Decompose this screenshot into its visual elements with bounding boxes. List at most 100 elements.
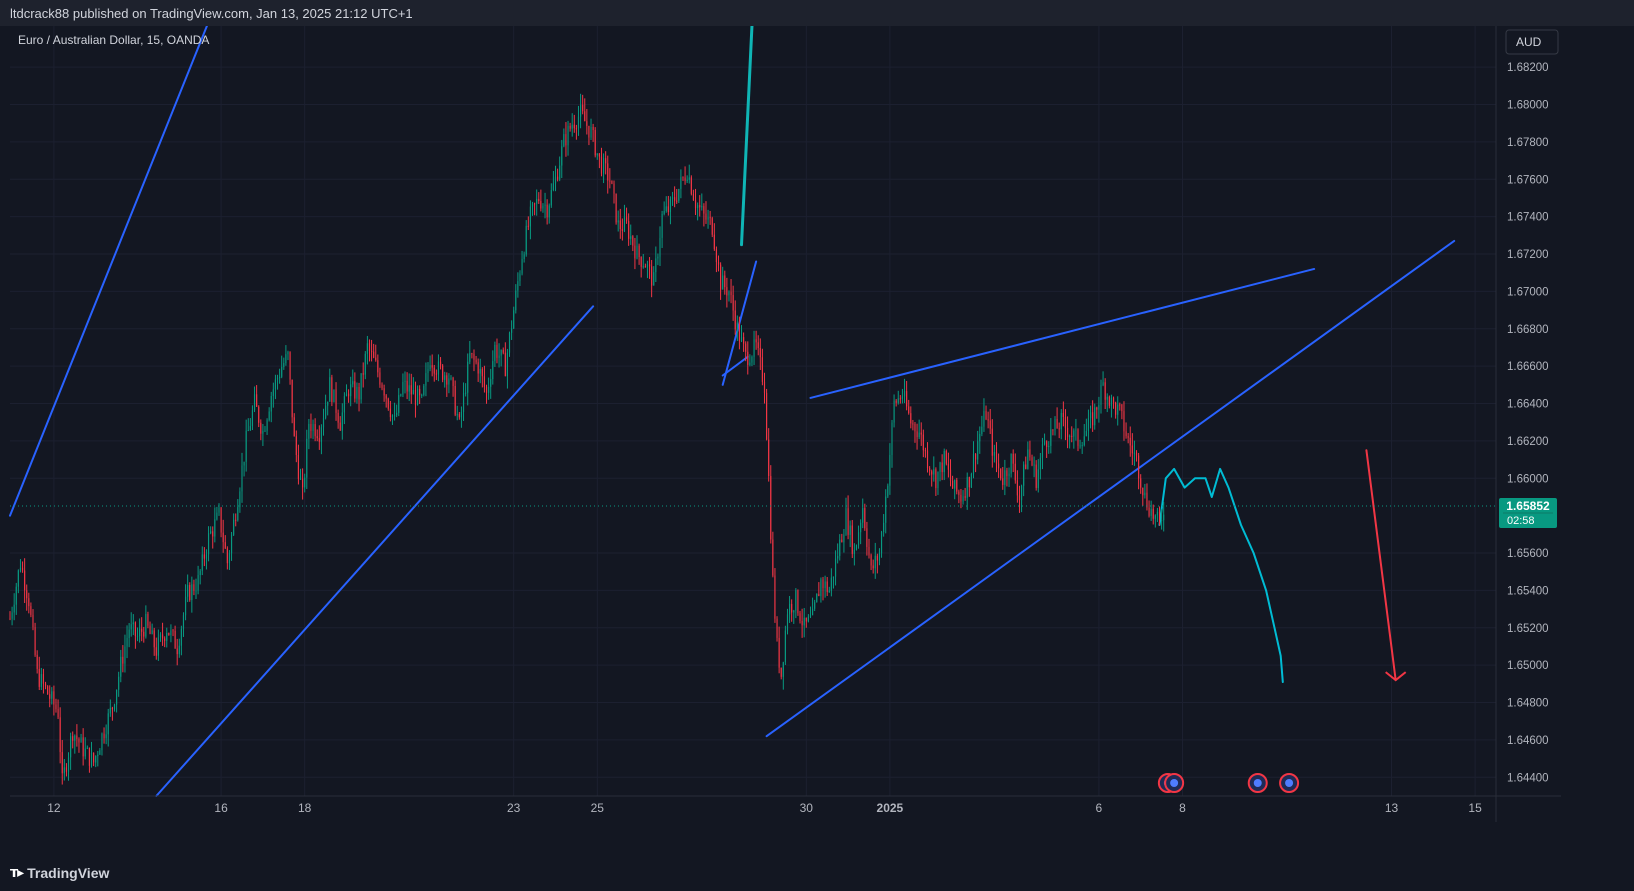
candle-body xyxy=(460,411,463,418)
candle-body xyxy=(318,438,320,442)
candle-body xyxy=(218,507,220,513)
candle-body xyxy=(824,581,826,589)
candle-body xyxy=(237,507,239,521)
candle-body xyxy=(575,128,577,130)
candle-body xyxy=(613,183,615,194)
candle-body xyxy=(640,257,642,267)
tradingview-brand[interactable]: ᴛ▸ TradingView xyxy=(10,865,109,881)
candle-body xyxy=(107,713,109,735)
candle-body xyxy=(711,218,713,235)
candle-body xyxy=(772,539,774,576)
candle-body xyxy=(511,328,513,333)
candle-body xyxy=(596,153,598,156)
candle-body xyxy=(1006,470,1008,477)
candle-body xyxy=(573,124,575,129)
candle-body xyxy=(256,394,258,407)
candle-body xyxy=(86,747,88,749)
candle-body xyxy=(95,756,97,763)
candle-body xyxy=(389,408,391,418)
candle-body xyxy=(289,352,291,380)
candle-body xyxy=(199,570,201,576)
symbol-legend: Euro / Australian Dollar, 15, OANDA xyxy=(18,33,209,47)
candle-body xyxy=(801,620,803,626)
candle-body xyxy=(335,389,337,413)
candle-body xyxy=(233,519,235,535)
candle-body xyxy=(837,555,839,559)
candle-body xyxy=(306,438,308,478)
candle-body xyxy=(908,406,910,414)
candle-body xyxy=(807,616,809,622)
candle-body xyxy=(193,584,195,591)
candle-body xyxy=(655,258,657,273)
candle-body xyxy=(1150,508,1152,516)
candle-body xyxy=(187,584,189,597)
price-tick-label: 1.68000 xyxy=(1507,99,1549,111)
candle-body xyxy=(299,478,302,480)
candle-body xyxy=(1117,404,1119,415)
candle-body xyxy=(439,361,442,366)
candle-body xyxy=(1131,445,1133,454)
candle-body xyxy=(993,451,995,456)
candle-body xyxy=(180,628,182,646)
candle-body xyxy=(182,615,185,629)
candle-body xyxy=(722,275,724,290)
candle-body xyxy=(611,180,613,184)
candle-body xyxy=(207,533,210,555)
candle-body xyxy=(291,379,293,418)
chart-background xyxy=(0,26,1634,858)
candle-body xyxy=(42,674,45,684)
candle-body xyxy=(504,352,506,377)
candle-body xyxy=(44,683,47,687)
candle-body xyxy=(287,352,289,355)
candle-body xyxy=(444,375,446,380)
candle-body xyxy=(320,427,322,442)
price-tick-label: 1.67800 xyxy=(1507,137,1549,149)
candle-body xyxy=(684,177,686,182)
candle-body xyxy=(1064,416,1067,428)
candle-body xyxy=(1008,473,1010,477)
candle-body xyxy=(525,225,527,255)
candle-body xyxy=(876,555,878,561)
candle-body xyxy=(268,411,270,421)
candle-body xyxy=(1098,405,1100,410)
candle-body xyxy=(605,158,607,164)
candle-body xyxy=(841,539,843,543)
price-chart[interactable]: 1.68200 1.68000 1.67800 1.67600 1.67400 1.672… xyxy=(0,26,1634,858)
candle-body xyxy=(21,567,24,571)
candle-body xyxy=(857,532,860,546)
candle-body xyxy=(366,343,368,354)
candle-body xyxy=(795,590,797,611)
candle-body xyxy=(811,608,814,616)
candle-body xyxy=(724,275,726,288)
candle-body xyxy=(922,434,924,451)
publish-header: ltdcrack88 published on TradingView.com,… xyxy=(0,0,1634,27)
candle-body xyxy=(266,420,268,431)
candle-body xyxy=(153,630,155,648)
candle-body xyxy=(1012,453,1014,464)
candle-body xyxy=(1029,449,1031,458)
candle-body xyxy=(1041,444,1044,458)
candle-body xyxy=(105,734,107,739)
right-margin xyxy=(1561,26,1634,858)
price-tick-label: 1.67000 xyxy=(1507,286,1549,298)
price-tick-label: 1.66000 xyxy=(1507,473,1549,485)
candle-body xyxy=(118,676,120,690)
candle-body xyxy=(396,412,398,416)
candle-body xyxy=(1066,427,1069,437)
candle-body xyxy=(1043,441,1046,445)
candle-body xyxy=(147,613,149,626)
candle-body xyxy=(567,125,569,146)
candle-body xyxy=(753,339,755,357)
publish-info: ltdcrack88 published on TradingView.com,… xyxy=(10,6,413,21)
candle-body xyxy=(99,750,101,755)
candle-body xyxy=(546,204,548,218)
candle-body xyxy=(891,422,893,455)
price-tick-label: 1.66400 xyxy=(1507,399,1549,411)
candle-body xyxy=(713,234,715,250)
candle-body xyxy=(636,245,638,259)
candle-body xyxy=(1135,452,1138,456)
candle-body xyxy=(903,391,906,397)
price-tick-label: 1.65000 xyxy=(1507,660,1549,672)
time-tick-label: 8 xyxy=(1179,801,1186,815)
candle-body xyxy=(743,337,745,344)
